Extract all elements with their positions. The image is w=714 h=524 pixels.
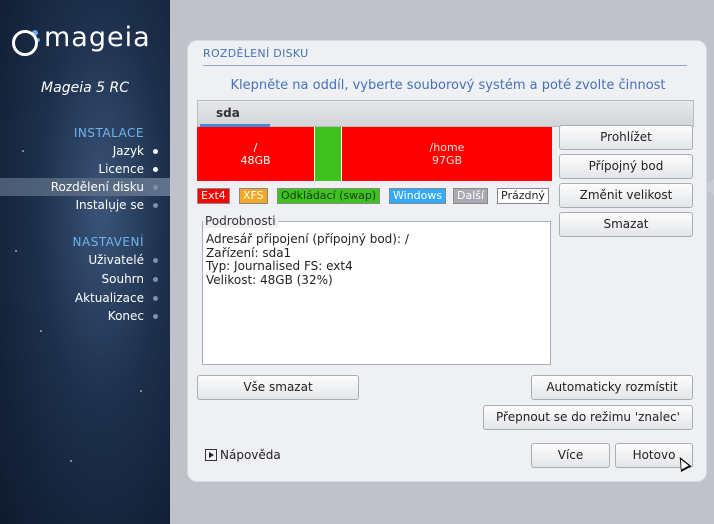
detail-size: Velikost: 48GB (32%) (206, 272, 333, 287)
delete-button[interactable]: Smazat (559, 212, 693, 237)
background-star (22, 150, 24, 152)
view-button[interactable]: Prohlížet (559, 125, 693, 150)
legend-swap: Odkládací (swap) (277, 188, 381, 204)
more-button[interactable]: Více (531, 443, 610, 468)
instruction-text: Klepněte na oddíl, vyberte souborový sys… (230, 78, 666, 93)
detail-mount-point: Adresář připojení (přípojný bod): / (206, 232, 409, 246)
background-star (70, 460, 72, 462)
background-star (40, 330, 42, 332)
step-summary: Souhrn (101, 272, 145, 286)
product-name: Mageia 5 RC (41, 80, 129, 96)
auto-allocate-button[interactable]: Automaticky rozmístit (531, 375, 693, 400)
step-users: Uživatelé (88, 253, 144, 267)
step-installing: Instaluje se (75, 198, 144, 212)
partitioning-panel: ROZDĚLENÍ DISKU Klepněte na oddíl, vyber… (187, 40, 707, 482)
detail-device: Zařízení: sda1 (206, 245, 292, 260)
partition-swap[interactable] (314, 127, 342, 181)
step-end: Konec (107, 309, 144, 323)
step-language: Jazyk (112, 144, 144, 158)
mount-point-button[interactable]: Přípojný bod (559, 154, 693, 179)
step-updates: Aktualizace (74, 291, 144, 305)
legend-xfs: XFS (239, 188, 268, 204)
settings-section-heading: NASTAVENÍ (72, 235, 144, 249)
step-pending-dot (153, 258, 158, 263)
step-done-dot (153, 167, 158, 172)
partition-size: 48GB (240, 154, 271, 167)
step-partitioning: Rozdělení disku (50, 180, 144, 194)
legend-windows: Windows (389, 188, 447, 204)
logo-text: mageia (44, 22, 151, 53)
background-star (140, 390, 142, 392)
title-divider (203, 65, 687, 66)
step-pending-dot (153, 314, 158, 319)
install-section-heading: INSTALACE (73, 126, 144, 140)
disk-tab-bar: sda (197, 100, 694, 127)
step-current-dot (153, 185, 158, 190)
background-star (15, 250, 17, 252)
logo-ring-icon (12, 30, 38, 56)
legend-empty: Prázdný (497, 188, 549, 204)
expand-arrow-icon (205, 449, 217, 461)
installer-sidebar: mageia Mageia 5 RC INSTALACE Jazyk Licen… (0, 0, 170, 524)
step-pending-dot (153, 296, 158, 301)
partition-mount: /home (429, 141, 465, 154)
partition-home[interactable]: /home 97GB (342, 127, 552, 181)
partition-size: 97GB (431, 154, 463, 167)
legend-ext4: Ext4 (197, 188, 230, 204)
help-label: Nápověda (220, 448, 281, 462)
legend-other: Další (453, 188, 489, 204)
panel-title: ROZDĚLENÍ DISKU (203, 47, 309, 60)
resize-button[interactable]: Změnit velikost (559, 183, 693, 208)
step-pending-dot (153, 277, 158, 282)
clear-all-button[interactable]: Vše smazat (197, 375, 359, 400)
details-text: Adresář připojení (přípojný bod): / Zaří… (206, 232, 409, 287)
expert-mode-button[interactable]: Přepnout se do režimu 'znalec' (483, 405, 693, 430)
step-pending-dot (153, 203, 158, 208)
partition-root[interactable]: / 48GB (197, 127, 314, 181)
partition-mount: / (253, 141, 258, 154)
help-toggle[interactable]: Nápověda (205, 448, 281, 462)
tab-sda[interactable]: sda (216, 106, 240, 120)
partition-map: / 48GB /home 97GB (197, 127, 552, 181)
detail-type: Typ: Journalised FS: ext4 (206, 259, 353, 273)
details-heading: Podrobnosti (203, 214, 278, 228)
step-license: Licence (98, 162, 144, 176)
step-done-dot (153, 149, 158, 154)
